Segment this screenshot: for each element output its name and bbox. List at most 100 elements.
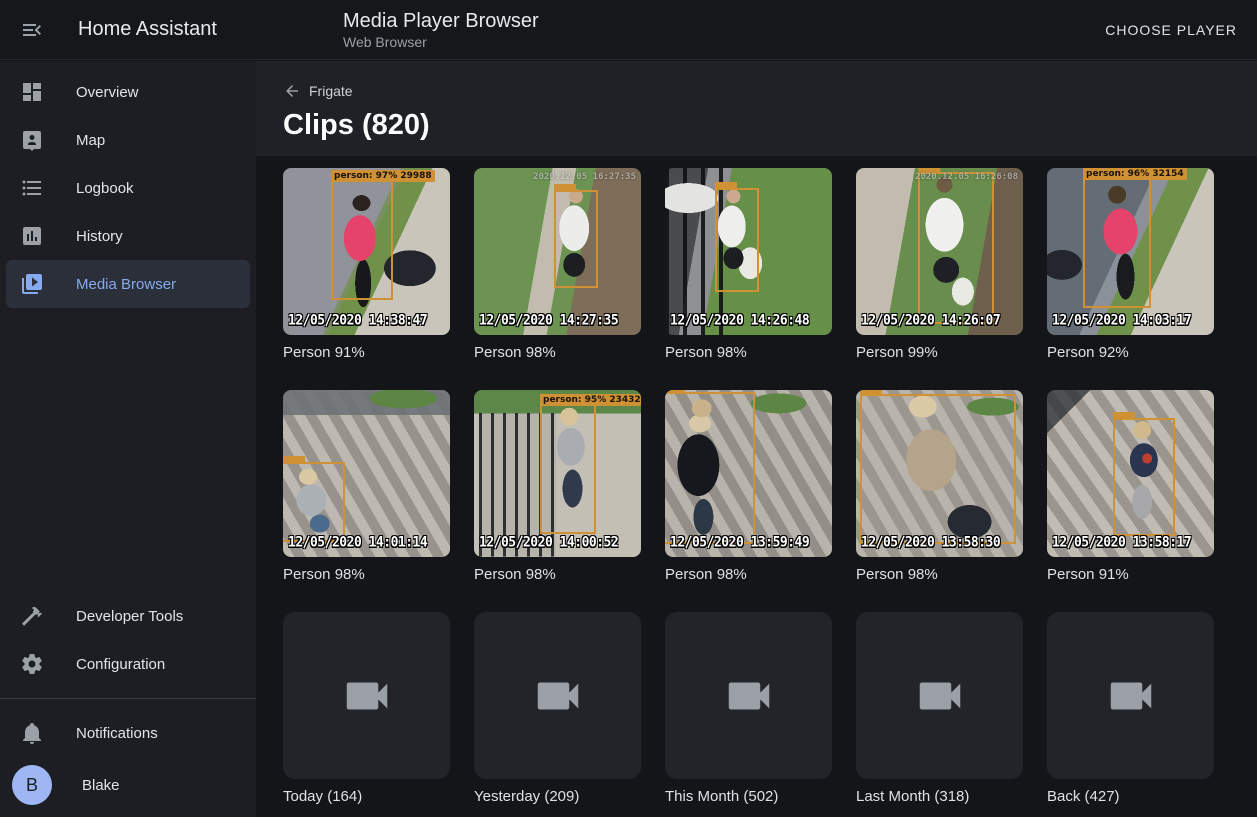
- clip-timestamp: 12/05/2020 14:38:47: [288, 313, 427, 328]
- camera-osd-timestamp: 2020.12.05 16:27:35: [533, 172, 636, 182]
- clip-item[interactable]: person: 97% 29988 12/05/2020 14:38:47 Pe…: [283, 168, 450, 362]
- sidebar-item-label: Logbook: [76, 180, 134, 197]
- detection-bounding-box: [1113, 418, 1175, 536]
- clip-thumbnail[interactable]: 12/05/2020 14:01:14: [283, 390, 450, 557]
- clip-timestamp: 12/05/2020 14:00:52: [479, 535, 618, 550]
- video-camera-icon: [531, 669, 585, 723]
- folder-label: Last Month (318): [856, 788, 1023, 806]
- sidebar-item-history[interactable]: History: [6, 212, 250, 260]
- media-folder-item[interactable]: Today (164): [283, 612, 450, 806]
- account-map-icon: [20, 128, 44, 152]
- sidebar-item-label: Map: [76, 132, 105, 149]
- clip-thumbnail[interactable]: person: 95% 23432 12/05/2020 14:00:52: [474, 390, 641, 557]
- clip-item[interactable]: 12/05/2020 13:59:49 Person 98%: [665, 390, 832, 584]
- folder-label: Back (427): [1047, 788, 1214, 806]
- detection-bounding-box: [554, 190, 598, 288]
- clip-thumbnail[interactable]: 12/05/2020 13:59:49: [665, 390, 832, 557]
- folder-label: Today (164): [283, 788, 450, 806]
- sidebar-item-map[interactable]: Map: [6, 116, 250, 164]
- clip-thumbnail[interactable]: 12/05/2020 13:58:17: [1047, 390, 1214, 557]
- clip-item[interactable]: 2020.12.05 16:26:08 12/05/2020 14:26:07 …: [856, 168, 1023, 362]
- sidebar-item-developer-tools[interactable]: Developer Tools: [6, 592, 250, 640]
- clip-timestamp: 12/05/2020 14:26:48: [670, 313, 809, 328]
- clips-grid: person: 97% 29988 12/05/2020 14:38:47 Pe…: [256, 156, 1257, 806]
- media-folder-item[interactable]: Back (427): [1047, 612, 1214, 806]
- sidebar-item-overview[interactable]: Overview: [6, 68, 250, 116]
- clip-timestamp: 12/05/2020 14:27:35: [479, 313, 618, 328]
- clip-item[interactable]: 12/05/2020 13:58:17 Person 91%: [1047, 390, 1214, 584]
- clip-thumbnail[interactable]: 2020.12.05 16:27:35 12/05/2020 14:27:35: [474, 168, 641, 335]
- breadcrumb-back[interactable]: Frigate: [283, 82, 353, 100]
- play-box-multiple-icon: [20, 272, 44, 296]
- folder-thumbnail[interactable]: [283, 612, 450, 779]
- detection-bounding-box: [715, 188, 759, 292]
- breadcrumb-label: Frigate: [309, 83, 353, 99]
- chart-box-icon: [20, 224, 44, 248]
- top-app-bar: Home Assistant Media Player Browser Web …: [0, 0, 1257, 60]
- detection-label: [860, 390, 882, 395]
- media-folder-item[interactable]: Yesterday (209): [474, 612, 641, 806]
- bell-icon: [20, 721, 44, 745]
- clip-thumbnail[interactable]: person: 96% 32154 12/05/2020 14:03:17: [1047, 168, 1214, 335]
- clip-timestamp: 12/05/2020 14:01:14: [288, 535, 427, 550]
- menu-open-icon: [20, 18, 44, 42]
- sidebar-nav: Overview Map Logbook History Media Brows…: [0, 61, 256, 308]
- video-camera-icon: [340, 669, 394, 723]
- detection-label: [665, 390, 685, 393]
- clip-item[interactable]: person: 95% 23432 12/05/2020 14:00:52 Pe…: [474, 390, 641, 584]
- clip-timestamp: 12/05/2020 13:58:30: [861, 535, 1000, 550]
- folder-label: Yesterday (209): [474, 788, 641, 806]
- sidebar-item-logbook[interactable]: Logbook: [6, 164, 250, 212]
- sidebar-item-configuration[interactable]: Configuration: [6, 640, 250, 688]
- sidebar-item-label: Notifications: [76, 725, 158, 742]
- sidebar-item-media-browser[interactable]: Media Browser: [6, 260, 250, 308]
- topbar-left-section: Home Assistant: [0, 6, 256, 54]
- panel-header: Media Player Browser Web Browser: [343, 9, 539, 51]
- clip-item[interactable]: 12/05/2020 14:01:14 Person 98%: [283, 390, 450, 584]
- app-title: Home Assistant: [78, 18, 217, 41]
- video-camera-icon: [722, 669, 776, 723]
- clip-item[interactable]: 12/05/2020 14:26:48 Person 98%: [665, 168, 832, 362]
- detection-label: [283, 456, 305, 463]
- media-browser-panel: Frigate Clips (820) person: 97% 29988 12…: [256, 61, 1257, 817]
- clip-thumbnail[interactable]: person: 97% 29988 12/05/2020 14:38:47: [283, 168, 450, 335]
- clip-caption: Person 92%: [1047, 344, 1214, 362]
- hammer-icon: [20, 604, 44, 628]
- clip-item[interactable]: 2020.12.05 16:27:35 12/05/2020 14:27:35 …: [474, 168, 641, 362]
- clip-item[interactable]: person: 96% 32154 12/05/2020 14:03:17 Pe…: [1047, 168, 1214, 362]
- detection-bounding-box: person: 97% 29988: [331, 180, 393, 300]
- detection-label: [715, 182, 737, 189]
- folder-thumbnail[interactable]: [1047, 612, 1214, 779]
- sidebar-user-profile[interactable]: B Blake: [6, 757, 250, 813]
- detection-bounding-box: person: 96% 32154: [1083, 178, 1151, 308]
- clip-thumbnail[interactable]: 2020.12.05 16:26:08 12/05/2020 14:26:07: [856, 168, 1023, 335]
- view-dashboard-icon: [20, 80, 44, 104]
- sidebar-item-label: Overview: [76, 84, 139, 101]
- choose-player-button[interactable]: CHOOSE PLAYER: [1085, 12, 1257, 48]
- media-folder-item[interactable]: Last Month (318): [856, 612, 1023, 806]
- clip-caption: Person 98%: [474, 566, 641, 584]
- arrow-left-icon: [283, 82, 301, 100]
- detection-label: [554, 184, 576, 191]
- sidebar-item-label: History: [76, 228, 123, 245]
- folder-thumbnail[interactable]: [665, 612, 832, 779]
- avatar: B: [12, 765, 52, 805]
- clip-thumbnail[interactable]: 12/05/2020 14:26:48: [665, 168, 832, 335]
- detection-bounding-box: [665, 392, 755, 544]
- sidebar-item-notifications[interactable]: Notifications: [6, 709, 250, 757]
- media-folder-item[interactable]: This Month (502): [665, 612, 832, 806]
- clip-caption: Person 98%: [856, 566, 1023, 584]
- folder-thumbnail[interactable]: [856, 612, 1023, 779]
- gear-icon: [20, 652, 44, 676]
- clip-caption: Person 98%: [283, 566, 450, 584]
- clip-item[interactable]: 12/05/2020 13:58:30 Person 98%: [856, 390, 1023, 584]
- detection-label: [1113, 412, 1135, 419]
- sidebar-toggle-button[interactable]: [8, 6, 56, 54]
- sidebar-item-label: Developer Tools: [76, 608, 183, 625]
- clip-caption: Person 98%: [474, 344, 641, 362]
- detection-label: person: 97% 29988: [331, 170, 435, 182]
- sidebar-item-label: Media Browser: [76, 276, 176, 293]
- folder-thumbnail[interactable]: [474, 612, 641, 779]
- clip-thumbnail[interactable]: 12/05/2020 13:58:30: [856, 390, 1023, 557]
- clip-caption: Person 91%: [1047, 566, 1214, 584]
